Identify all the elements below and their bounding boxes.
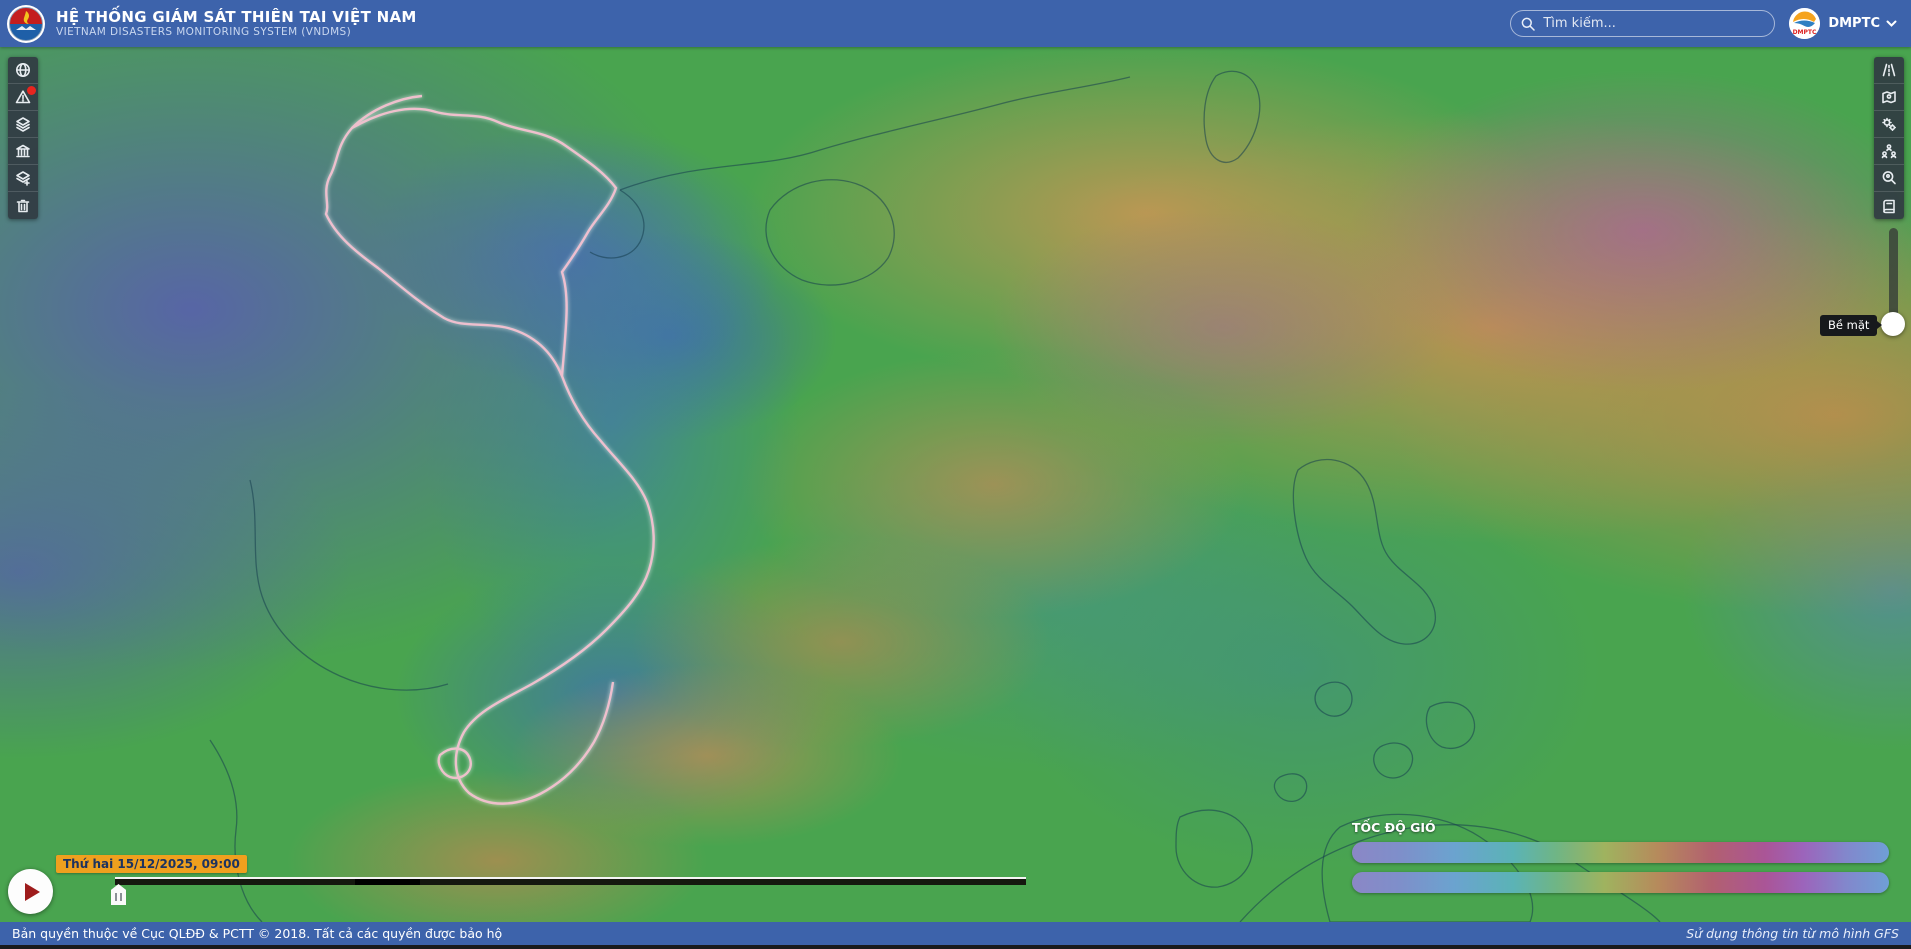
search-icon — [1521, 17, 1535, 31]
timeline-track[interactable] — [115, 877, 1026, 885]
add-layer-icon — [15, 170, 31, 186]
app-title: HỆ THỐNG GIÁM SÁT THIÊN TAI VIỆT NAM — [56, 8, 417, 27]
globe-icon — [15, 62, 31, 78]
user-menu[interactable]: DMPTC DMPTC — [1789, 8, 1897, 39]
chevron-down-icon — [1886, 18, 1897, 29]
elevation-tooltip: Bề mặt — [1820, 315, 1877, 336]
add-layer-button[interactable] — [8, 165, 38, 192]
wind-legend-title: TỐC ĐỘ GIÓ — [1352, 820, 1892, 835]
right-toolbar — [1874, 57, 1904, 219]
trash-icon — [15, 198, 31, 214]
map-markers-icon — [1881, 89, 1897, 105]
alerts-button[interactable] — [8, 84, 38, 111]
trash-button[interactable] — [8, 192, 38, 219]
vndms-logo — [6, 4, 46, 44]
dmptc-avatar: DMPTC — [1789, 8, 1820, 39]
road-icon — [1881, 62, 1897, 78]
search-input[interactable] — [1543, 16, 1764, 31]
globe-button[interactable] — [8, 57, 38, 84]
app-header: HỆ THỐNG GIÁM SÁT THIÊN TAI VIỆT NAM VIE… — [0, 0, 1911, 47]
org-people-icon — [1881, 143, 1897, 159]
svg-text:DMPTC: DMPTC — [1793, 29, 1817, 36]
map-canvas[interactable] — [0, 47, 1911, 922]
institution-icon — [15, 143, 31, 159]
gears-icon — [1881, 116, 1897, 132]
institution-button[interactable] — [8, 138, 38, 165]
wind-legend-kmh-bar — [1352, 872, 1889, 893]
settings-button[interactable] — [1874, 111, 1904, 138]
model-source-text: Sử dụng thông tin từ mô hình GFS — [1686, 926, 1899, 941]
wind-legend-beaufort-bar — [1352, 842, 1889, 863]
left-toolbar — [8, 57, 38, 219]
wind-legend: TỐC ĐỘ GIÓ — [1352, 820, 1892, 902]
search-box[interactable] — [1510, 10, 1775, 37]
logbook-button[interactable] — [1874, 192, 1904, 219]
timeline-loaded-segment — [355, 879, 420, 885]
play-button[interactable] — [8, 869, 53, 914]
elevation-slider-knob[interactable] — [1881, 312, 1905, 336]
layers-icon — [15, 116, 31, 132]
status-bar: Bản quyền thuộc về Cục QLĐĐ & PCTT © 201… — [0, 922, 1911, 949]
current-time-badge: Thứ hai 15/12/2025, 09:00 — [56, 855, 247, 873]
search-location-icon — [1881, 170, 1897, 186]
layers-button[interactable] — [8, 111, 38, 138]
app-subtitle: VIETNAM DISASTERS MONITORING SYSTEM (VND… — [56, 26, 417, 39]
copyright-text: Bản quyền thuộc về Cục QLĐĐ & PCTT © 201… — [12, 926, 502, 941]
map-markers-button[interactable] — [1874, 84, 1904, 111]
organization-button[interactable] — [1874, 138, 1904, 165]
basemap-button[interactable] — [1874, 57, 1904, 84]
alert-badge — [27, 86, 36, 95]
search-location-button[interactable] — [1874, 165, 1904, 192]
logbook-icon — [1881, 198, 1897, 214]
storm-track[interactable] — [0, 47, 1911, 922]
user-label: DMPTC — [1828, 16, 1880, 31]
play-icon — [25, 883, 40, 901]
